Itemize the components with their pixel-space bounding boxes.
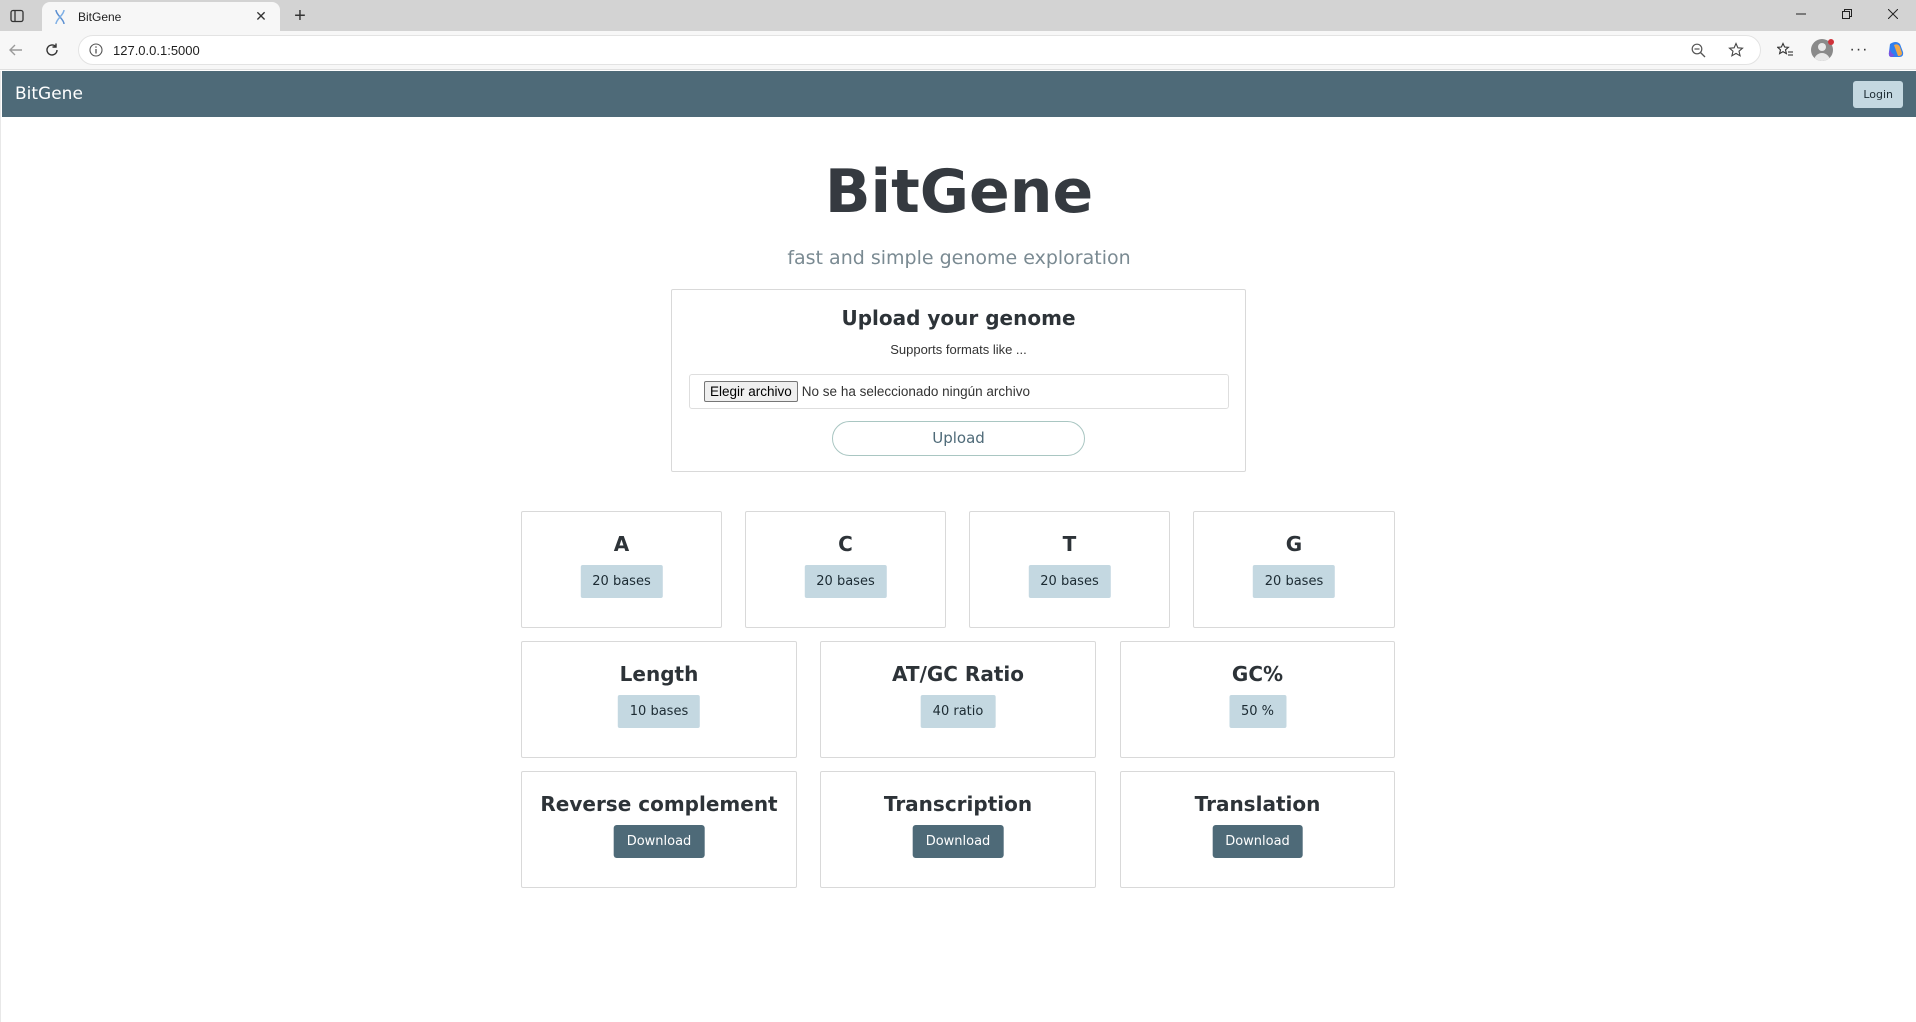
- base-count-badge: 20 bases: [580, 565, 663, 598]
- favorites-icon[interactable]: [1773, 38, 1797, 62]
- download-card-title: Reverse complement: [540, 792, 778, 816]
- zoom-out-icon[interactable]: [1686, 38, 1710, 62]
- base-card-title: G: [1285, 532, 1303, 556]
- base-count-badge: 20 bases: [1252, 565, 1336, 598]
- file-status: No se ha seleccionado ningún archivo: [801, 384, 1030, 399]
- upload-title: Upload your genome: [841, 306, 1076, 330]
- app-navbar: BitGene Login: [2, 71, 1916, 117]
- browser-toolbar: 127.0.0.1:5000 ···: [0, 31, 1916, 70]
- download-card-title: Transcription: [883, 792, 1033, 816]
- stat-card-title: AT/GC Ratio: [892, 662, 1024, 686]
- page-title: BitGene: [824, 157, 1094, 227]
- tab-actions-icon[interactable]: [6, 5, 28, 27]
- more-options-icon[interactable]: ···: [1847, 38, 1871, 62]
- base-card-a: A 20 bases: [521, 511, 722, 628]
- address-bar[interactable]: 127.0.0.1:5000: [78, 35, 1761, 65]
- page-subtitle: fast and simple genome exploration: [787, 247, 1131, 269]
- minimize-icon[interactable]: [1778, 0, 1824, 28]
- copilot-icon[interactable]: [1884, 38, 1908, 62]
- base-card-title: T: [1062, 532, 1077, 556]
- stat-value-badge: 50 %: [1228, 695, 1287, 728]
- login-button[interactable]: Login: [1853, 80, 1903, 108]
- base-count-badge: 20 bases: [1028, 565, 1111, 598]
- dna-favicon-icon: [52, 9, 68, 25]
- download-reverse-complement-button[interactable]: Download: [613, 825, 705, 858]
- base-card-c: C 20 bases: [745, 511, 946, 628]
- upload-hint: Supports formats like ...: [890, 342, 1027, 357]
- download-card-translation: Translation Download: [1120, 771, 1395, 888]
- base-card-t: T 20 bases: [969, 511, 1170, 628]
- upload-card: Upload your genome Supports formats like…: [671, 289, 1246, 472]
- stat-value-badge: 40 ratio: [920, 695, 996, 728]
- download-transcription-button[interactable]: Download: [912, 825, 1004, 858]
- base-card-g: G 20 bases: [1193, 511, 1395, 628]
- base-count-badge: 20 bases: [804, 565, 887, 598]
- page-viewport: BitGene Login BitGene fast and simple ge…: [0, 71, 1916, 1022]
- tab-title: BitGene: [78, 9, 122, 24]
- stat-card-title: GC%: [1231, 662, 1284, 686]
- restore-icon[interactable]: [1824, 0, 1870, 28]
- url-text: 127.0.0.1:5000: [113, 42, 200, 58]
- close-window-icon[interactable]: [1870, 0, 1916, 28]
- stat-card-title: Length: [619, 662, 699, 686]
- stat-value-badge: 10 bases: [617, 695, 701, 728]
- browser-tabstrip: BitGene ✕ +: [0, 0, 1916, 31]
- site-info-icon[interactable]: [79, 43, 113, 57]
- reload-icon[interactable]: [40, 38, 64, 62]
- close-tab-icon[interactable]: ✕: [252, 8, 270, 26]
- back-icon[interactable]: [4, 38, 28, 62]
- stat-card-atgc-ratio: AT/GC Ratio 40 ratio: [820, 641, 1096, 758]
- upload-button[interactable]: Upload: [832, 421, 1085, 456]
- favorite-star-icon[interactable]: [1724, 38, 1748, 62]
- base-card-title: C: [838, 532, 853, 556]
- browser-tab[interactable]: BitGene ✕: [42, 2, 280, 31]
- profile-avatar-icon[interactable]: [1810, 38, 1834, 62]
- download-card-transcription: Transcription Download: [820, 771, 1096, 888]
- file-input[interactable]: Elegir archivo No se ha seleccionado nin…: [689, 374, 1229, 409]
- stat-card-gc-percent: GC% 50 %: [1120, 641, 1395, 758]
- new-tab-icon[interactable]: +: [287, 3, 313, 29]
- window-controls: [1778, 0, 1916, 28]
- stat-card-length: Length 10 bases: [521, 641, 797, 758]
- download-translation-button[interactable]: Download: [1212, 825, 1303, 858]
- choose-file-button[interactable]: Elegir archivo: [704, 381, 798, 402]
- base-card-title: A: [613, 532, 630, 556]
- download-card-title: Translation: [1194, 792, 1321, 816]
- navbar-brand[interactable]: BitGene: [15, 84, 83, 104]
- download-card-reverse-complement: Reverse complement Download: [521, 771, 797, 888]
